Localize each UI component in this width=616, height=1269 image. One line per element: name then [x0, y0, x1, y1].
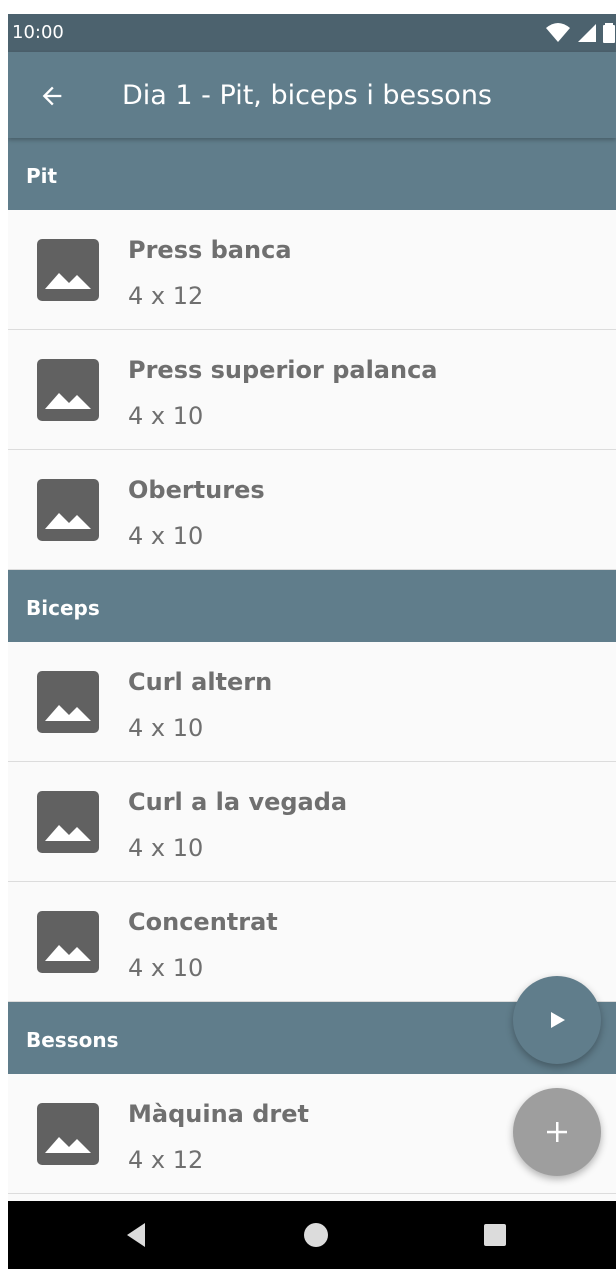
exercise-name: Concentrat: [128, 908, 278, 936]
exercise-name: Press banca: [128, 236, 292, 264]
signal-icon: [577, 24, 596, 42]
exercise-sets: 4 x 10: [128, 714, 204, 742]
battery-icon: [603, 23, 615, 43]
play-icon: [551, 1012, 565, 1028]
nav-back-icon: [127, 1223, 145, 1247]
image-placeholder-icon: [37, 1103, 99, 1165]
exercise-sets: 4 x 12: [128, 282, 204, 310]
image-placeholder-icon: [37, 479, 99, 541]
exercise-sets: 4 x 12: [128, 1146, 204, 1174]
app-bar: Dia 1 - Pit, biceps i bessons: [8, 52, 616, 138]
nav-recents-icon: [484, 1224, 506, 1246]
nav-back-button[interactable]: [120, 1219, 152, 1251]
list-item[interactable]: Obertures 4 x 10: [8, 450, 616, 570]
wifi-icon: [546, 23, 571, 42]
back-button[interactable]: [30, 74, 74, 118]
exercise-sets: 4 x 10: [128, 954, 204, 982]
play-button[interactable]: [513, 976, 601, 1064]
exercise-sets: 4 x 10: [128, 834, 204, 862]
exercise-sets: 4 x 10: [128, 402, 204, 430]
exercise-name: Press superior palanca: [128, 356, 438, 384]
section-label: Bessons: [26, 1028, 119, 1052]
list-item[interactable]: Concentrat 4 x 10: [8, 882, 616, 1002]
exercise-name: Curl altern: [128, 668, 273, 696]
add-exercise-button[interactable]: [513, 1088, 601, 1176]
image-placeholder-icon: [37, 791, 99, 853]
status-icons: [545, 21, 616, 45]
status-bar: 10:00: [8, 14, 616, 52]
status-time: 10:00: [12, 22, 64, 43]
section-header-pit: Pit: [8, 138, 616, 210]
exercise-name: Curl a la vegada: [128, 788, 348, 816]
exercise-name: Màquina dret: [128, 1100, 309, 1128]
list-item[interactable]: Curl altern 4 x 10: [8, 642, 616, 762]
image-placeholder-icon: [37, 671, 99, 733]
exercise-name: Obertures: [128, 476, 265, 504]
page-title: Dia 1 - Pit, biceps i bessons: [122, 80, 492, 111]
image-placeholder-icon: [37, 239, 99, 301]
section-label: Pit: [26, 164, 58, 188]
plus-icon: [547, 1122, 567, 1142]
nav-home-button[interactable]: [300, 1219, 332, 1251]
section-label: Biceps: [26, 596, 100, 620]
section-header-biceps: Biceps: [8, 570, 616, 642]
nav-recents-button[interactable]: [479, 1219, 511, 1251]
arrow-left-icon: [42, 86, 62, 106]
list-item[interactable]: Press banca 4 x 12: [8, 210, 616, 330]
nav-home-icon: [304, 1223, 328, 1247]
list-item[interactable]: Curl a la vegada 4 x 10: [8, 762, 616, 882]
list-item[interactable]: Press superior palanca 4 x 10: [8, 330, 616, 450]
system-nav-bar: [8, 1201, 616, 1269]
app-screen: 10:00 Dia 1 - Pit, biceps i bessons Pit: [8, 14, 616, 1269]
exercise-sets: 4 x 10: [128, 522, 204, 550]
image-placeholder-icon: [37, 911, 99, 973]
image-placeholder-icon: [37, 359, 99, 421]
